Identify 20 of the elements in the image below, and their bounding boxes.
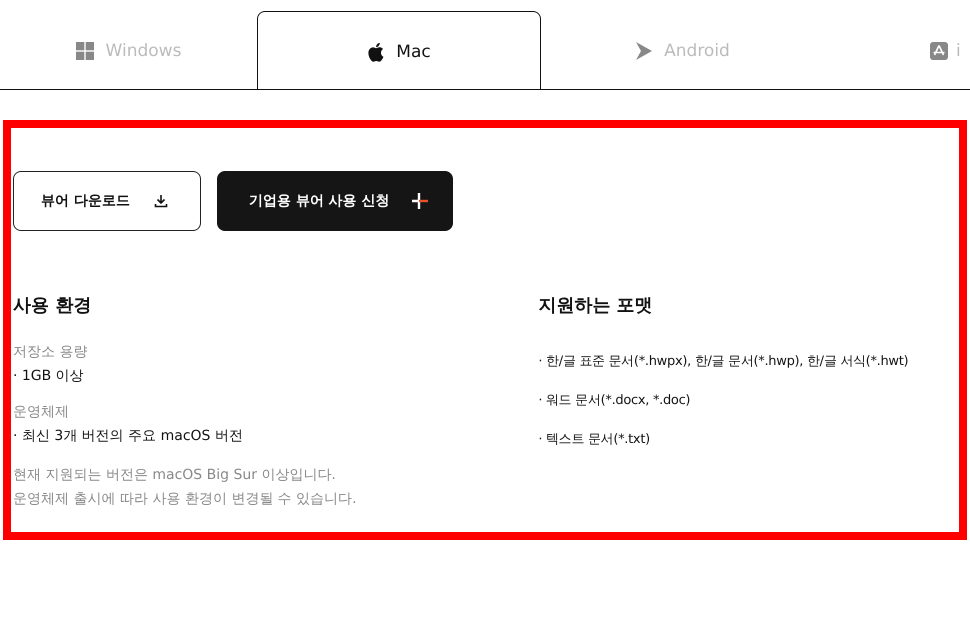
download-button[interactable]: 뷰어 다운로드 — [13, 171, 201, 231]
section-heading: 지원하는 포맷 — [538, 294, 654, 318]
requirement-label: 저장소 용량 — [13, 343, 88, 361]
apple-icon — [367, 42, 384, 62]
plus-icon — [412, 193, 428, 209]
format-item: · 워드 문서(*.docx, *.doc) — [538, 392, 692, 409]
format-item: · 한/글 표준 문서(*.hwpx), 한/글 문서(*.hwp), 한/글 서식(*.hwt) — [538, 353, 910, 370]
app-store-icon — [930, 42, 948, 60]
requirement-item: · 1GB 이상 — [13, 367, 85, 385]
format-item: · 텍스트 문서(*.txt) — [538, 431, 651, 448]
requirement-item: · 최신 3개 버전의 주요 macOS 버전 — [13, 427, 244, 445]
requirement-label: 운영체제 — [13, 403, 70, 421]
play-icon — [636, 42, 652, 60]
windows-icon — [76, 42, 94, 60]
note-text: 운영체제 출시에 따라 사용 환경이 변경될 수 있습니다. — [13, 490, 358, 509]
download-button[interactable]: 기업용 뷰어 사용 신청 — [217, 171, 453, 231]
download-icon — [154, 194, 168, 208]
section-heading: 사용 환경 — [13, 294, 92, 318]
note-text: 현재 지원되는 버전은 macOS Big Sur 이상입니다. — [13, 466, 337, 485]
platform-tab[interactable]: Mac — [257, 11, 541, 89]
